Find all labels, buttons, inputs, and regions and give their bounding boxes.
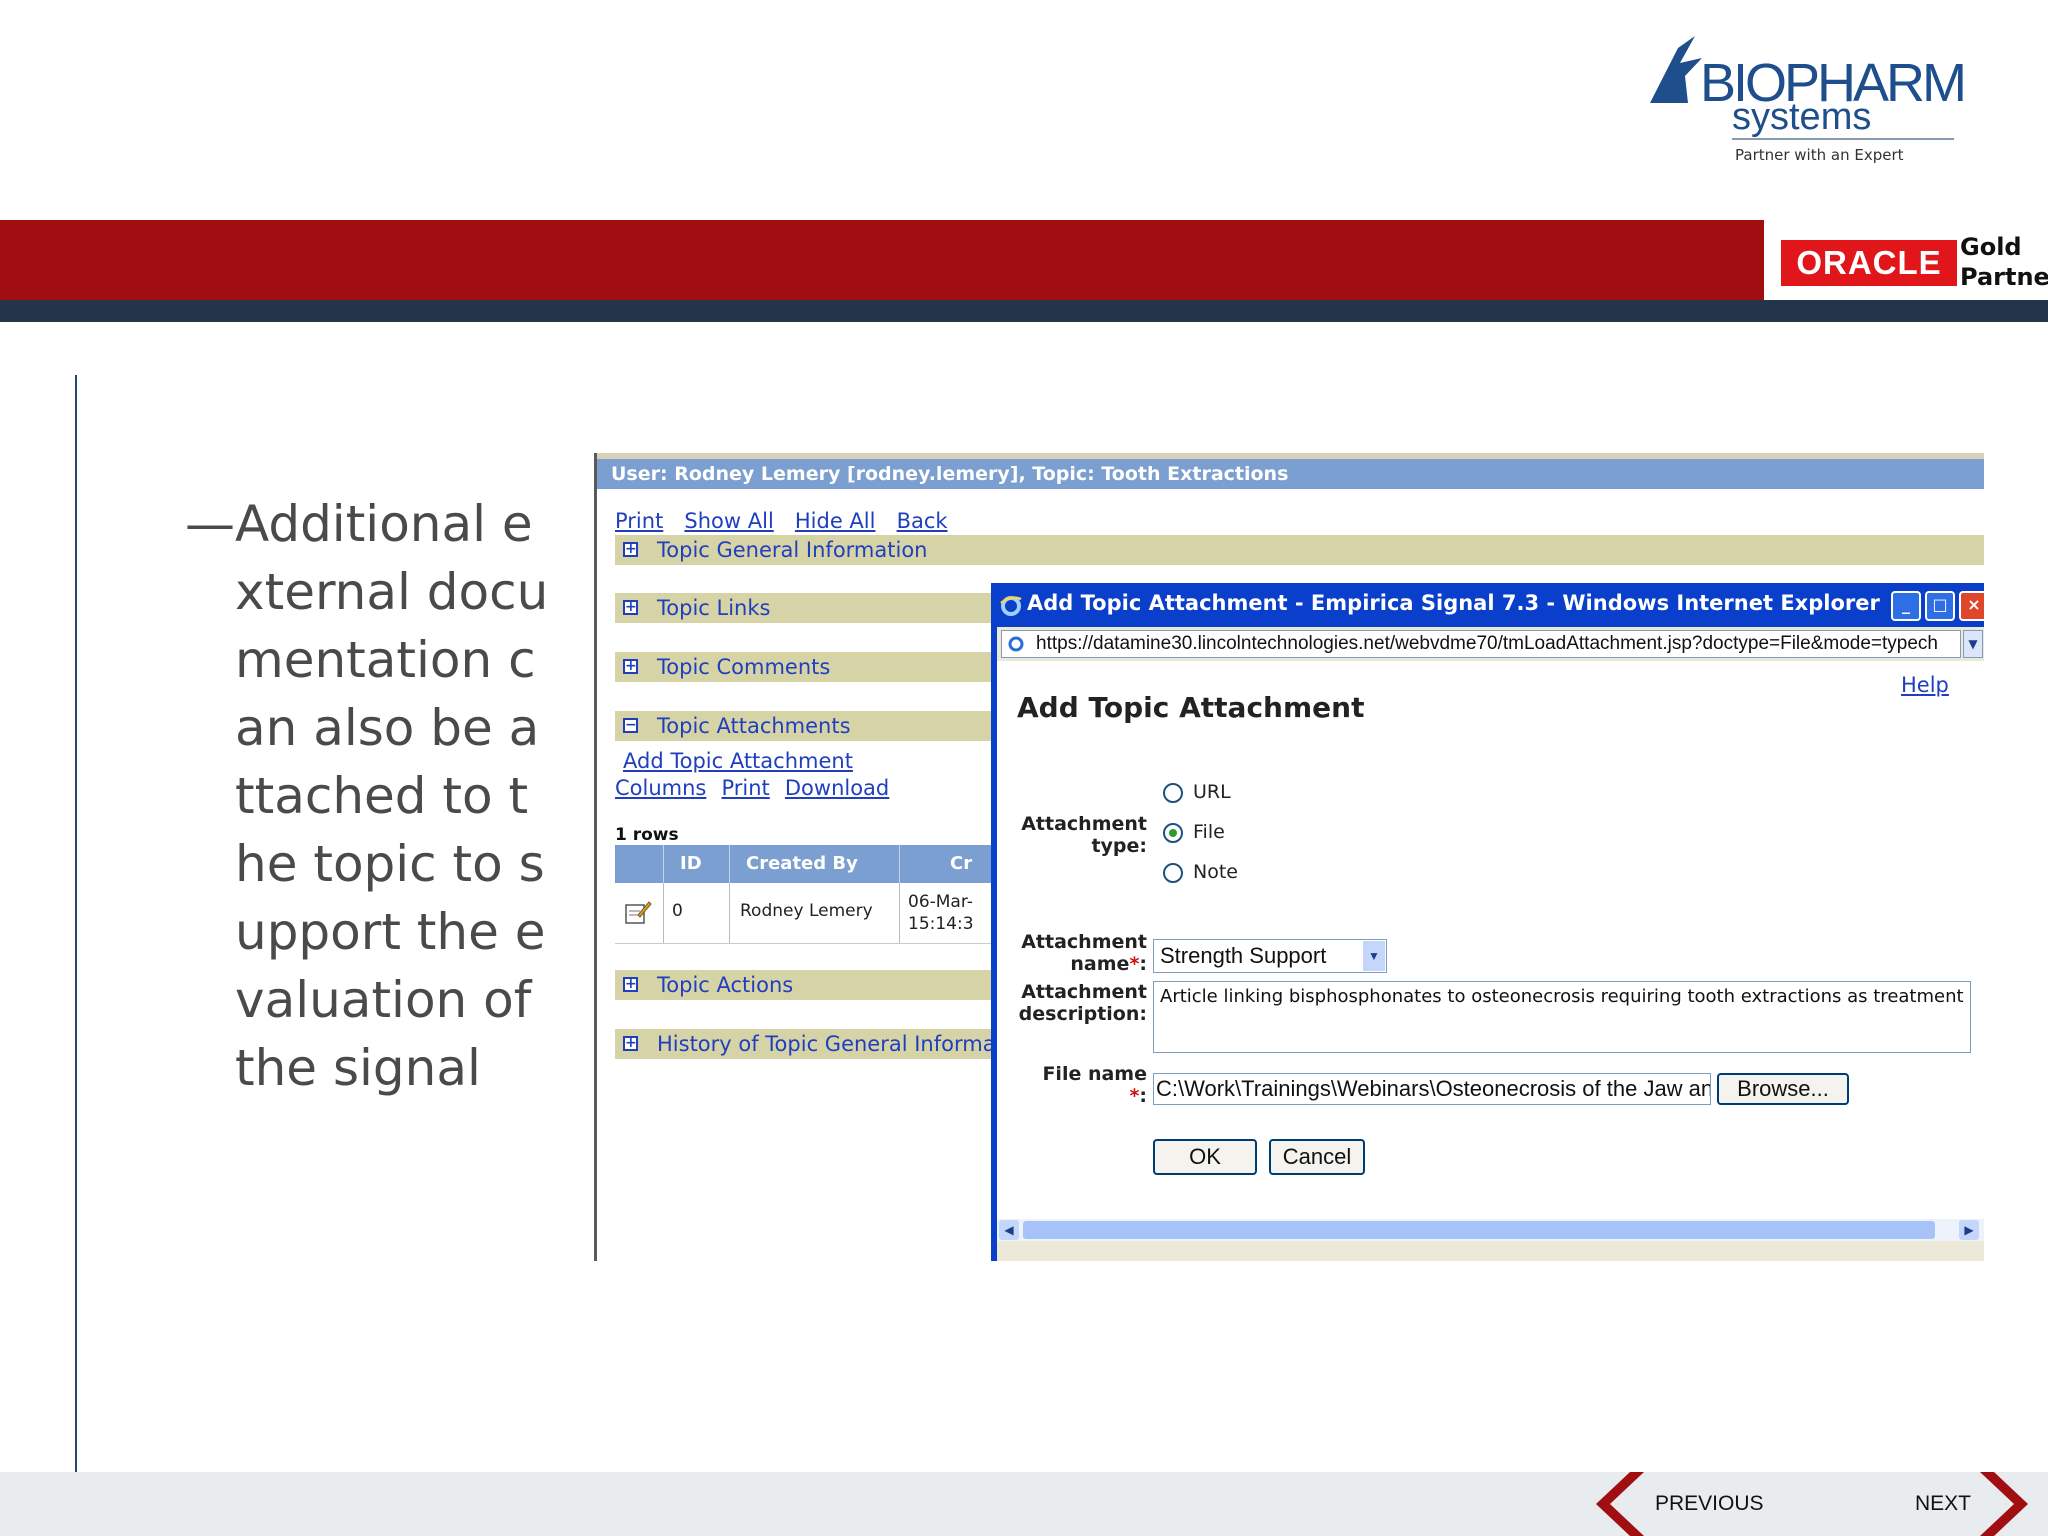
attachment-name-value: Strength Support [1160, 943, 1327, 968]
section-label: Topic General Information [657, 538, 928, 562]
address-dropdown-icon[interactable]: ▼ [1963, 630, 1983, 658]
attachment-name-select[interactable]: Strength Support ▼ [1153, 939, 1387, 973]
section-label: Topic Comments [657, 655, 831, 679]
previous-button[interactable]: PREVIOUS [1655, 1492, 1764, 1516]
file-name-label: File name *: [1017, 1063, 1147, 1107]
horizontal-scrollbar[interactable]: ◀ ▶ [997, 1219, 1984, 1241]
column-created-by[interactable]: Created By [729, 845, 899, 883]
section-topic-general[interactable]: + Topic General Information [615, 535, 1984, 565]
attachments-grid-header: ID Created By Cr [615, 845, 1005, 883]
address-field[interactable]: https://datamine30.lincolntechnologies.n… [1001, 630, 1961, 658]
hide-all-link[interactable]: Hide All [795, 509, 876, 533]
file-name-input[interactable]: C:\Work\Trainings\Webinars\Osteonecrosis… [1153, 1073, 1711, 1105]
add-attachment-dialog[interactable]: Add Topic Attachment - Empirica Signal 7… [991, 583, 1984, 1261]
cancel-button[interactable]: Cancel [1269, 1139, 1365, 1175]
columns-link[interactable]: Columns [615, 776, 706, 800]
column-created[interactable]: Cr [899, 845, 1005, 883]
browse-button[interactable]: Browse... [1717, 1073, 1849, 1105]
scroll-thumb[interactable] [1023, 1221, 1935, 1239]
top-links: Print Show All Hide All Back [615, 509, 964, 533]
attachment-description-input[interactable]: Article linking bisphosphonates to osteo… [1153, 981, 1971, 1053]
row-id: 0 [663, 883, 729, 943]
bullet-text: Additional external documentation can al… [235, 495, 549, 1097]
header-navy-band [0, 300, 2048, 322]
help-link[interactable]: Help [1901, 673, 1949, 697]
radio-note-label: Note [1193, 861, 1238, 883]
file-name-text: File name [1042, 1063, 1147, 1085]
row-time: 15:14:3 [908, 914, 974, 934]
internet-explorer-icon [1000, 596, 1022, 616]
scroll-right-icon[interactable]: ▶ [1959, 1220, 1979, 1240]
partner-level-gold: Gold [1960, 233, 2022, 261]
radio-url-label: URL [1193, 781, 1231, 803]
add-topic-attachment-link[interactable]: Add Topic Attachment [623, 749, 853, 773]
radio-file-label: File [1193, 821, 1225, 843]
radio-file[interactable] [1163, 823, 1183, 843]
section-label: Topic Actions [657, 973, 794, 997]
header-red-band [0, 220, 1764, 300]
plus-box-icon[interactable]: + [623, 542, 638, 557]
plus-box-icon[interactable]: + [623, 659, 638, 674]
print-link[interactable]: Print [615, 509, 663, 533]
bullet-dash: — [185, 495, 235, 553]
section-label: Topic Attachments [657, 714, 851, 738]
rows-count: 1 rows [615, 825, 679, 845]
radio-note[interactable] [1163, 863, 1183, 883]
oracle-partner-level: Gold Partner [1960, 232, 2048, 292]
radio-url[interactable] [1163, 783, 1183, 803]
attachments-print-link[interactable]: Print [721, 776, 769, 800]
attachment-type-label: Attachment type: [1021, 813, 1147, 857]
minus-box-icon[interactable]: − [623, 718, 638, 733]
edit-note-icon[interactable] [624, 899, 652, 925]
row-created-by: Rodney Lemery [729, 883, 899, 943]
column-id[interactable]: ID [663, 845, 729, 883]
row-created-date: 06-Mar- 15:14:3 [899, 883, 1005, 943]
section-label: History of Topic General Information [657, 1032, 1036, 1056]
plus-box-icon[interactable]: + [623, 1036, 638, 1051]
next-button[interactable]: NEXT [1915, 1492, 1971, 1516]
left-divider-line [75, 375, 77, 1536]
scroll-left-icon[interactable]: ◀ [999, 1220, 1019, 1240]
add-attachment-link-text[interactable]: Add Topic Attachment [623, 749, 853, 773]
row-date: 06-Mar- [908, 892, 973, 912]
ok-button[interactable]: OK [1153, 1139, 1257, 1175]
section-label: Topic Links [657, 596, 771, 620]
previous-arrow-icon[interactable] [1588, 1472, 1644, 1536]
maximize-button[interactable]: □ [1925, 591, 1955, 621]
logo-rule [1732, 138, 1954, 140]
plus-box-icon[interactable]: + [623, 977, 638, 992]
attachment-description-label: Attachment description: [1018, 981, 1147, 1025]
label-colon: : [1139, 953, 1147, 975]
show-all-link[interactable]: Show All [684, 509, 773, 533]
address-bar: https://datamine30.lincolntechnologies.n… [997, 627, 1984, 661]
row-edit-cell[interactable] [615, 883, 663, 943]
partner-level-partner: Partner [1960, 263, 2048, 291]
close-button[interactable]: × [1959, 591, 1984, 621]
logo-sub-text: systems [1732, 96, 1872, 138]
minimize-button[interactable]: _ [1891, 591, 1921, 621]
status-bar [997, 1241, 1984, 1261]
user-topic-bar: User: Rodney Lemery [rodney.lemery], Top… [597, 459, 1984, 489]
required-mark: * [1129, 953, 1140, 975]
biopharm-logo: BIOPHARM systems Partner with an Expert [1640, 28, 1970, 173]
dialog-body: Add Topic Attachment Help Attachment typ… [997, 661, 1984, 1241]
plus-box-icon[interactable]: + [623, 600, 638, 615]
back-link[interactable]: Back [897, 509, 948, 533]
attachment-name-label: Attachment name*: [1017, 931, 1147, 975]
oracle-logo: ORACLE [1781, 240, 1957, 286]
label-colon: : [1139, 1085, 1147, 1107]
next-arrow-icon[interactable] [1980, 1472, 2036, 1536]
page-icon [1008, 636, 1024, 652]
download-link[interactable]: Download [785, 776, 889, 800]
chevron-down-icon[interactable]: ▼ [1363, 941, 1385, 971]
logo-tagline: Partner with an Expert [1735, 146, 1904, 164]
dialog-heading: Add Topic Attachment [1017, 691, 1365, 724]
dialog-window-title: Add Topic Attachment - Empirica Signal 7… [1027, 591, 1880, 615]
required-mark: * [1129, 1085, 1140, 1107]
attachment-links: Columns Print Download [615, 776, 889, 800]
app-screenshot: User: Rodney Lemery [rodney.lemery], Top… [594, 453, 1984, 1261]
table-row[interactable]: 0 Rodney Lemery 06-Mar- 15:14:3 [615, 883, 1005, 944]
